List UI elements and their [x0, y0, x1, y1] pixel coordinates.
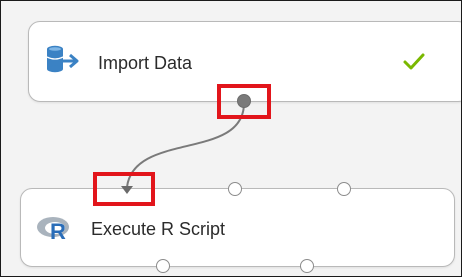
execute-input-port-2[interactable]	[228, 182, 242, 196]
output-port-highlight	[217, 84, 271, 119]
connection-line	[121, 102, 245, 194]
execute-output-port-1[interactable]	[156, 259, 170, 273]
input-port-highlight	[93, 172, 155, 206]
experiment-canvas: Import Data R Execute R Script	[0, 0, 462, 277]
execute-input-port-3[interactable]	[337, 182, 351, 196]
execute-output-port-2[interactable]	[300, 259, 314, 273]
